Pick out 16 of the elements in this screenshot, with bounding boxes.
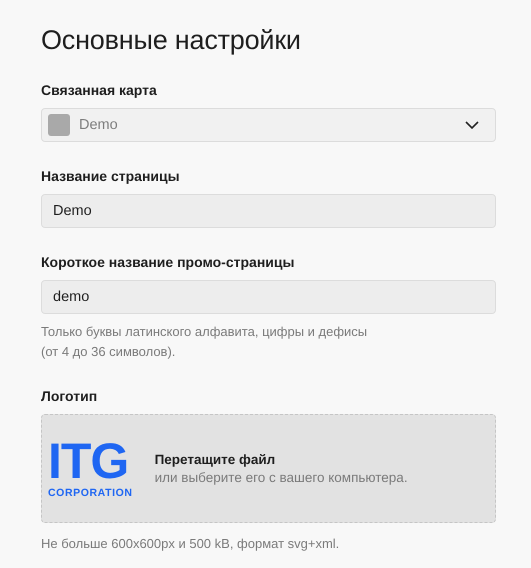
text-input[interactable]: Demo [41,194,496,228]
logo-dropzone[interactable]: ITG CORPORATION Перетащите файл или выберите его с вашего компьютера. [41,414,496,523]
chevron-down-icon [465,121,479,129]
field-label: Название страницы [41,167,181,186]
hint-text: Только буквы латинского алфавита, цифры и дефисы (от 4 до 36 символов). [41,323,368,361]
hint-text: Не больше 600x600px и 500 kB, формат svg+xml. [41,535,340,553]
map-thumbnail-icon [48,114,70,136]
drop-title: Перетащите файл [154,452,276,467]
field-label: Связанная карта [41,81,158,100]
drop-text: или выберите его с вашего компьютера. [154,470,408,485]
field-label: Короткое название промо-страницы [41,253,296,272]
logo-mark: ITG [48,438,128,482]
text-input[interactable]: demo [41,280,496,314]
logo-subtitle: CORPORATION [48,486,133,498]
page-title: Основные настройки [41,24,302,57]
field-label: Логотип [41,387,98,406]
